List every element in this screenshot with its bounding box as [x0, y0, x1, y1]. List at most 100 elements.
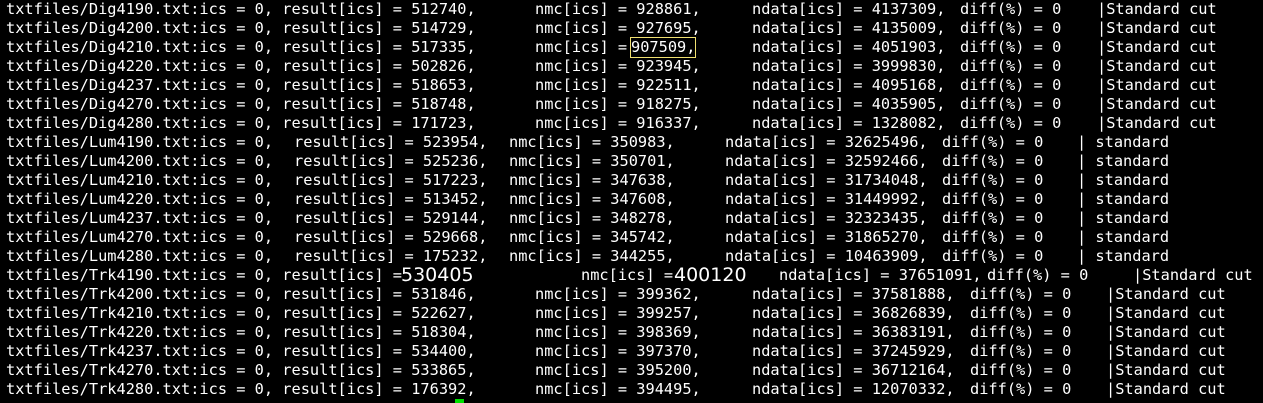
ndata-text: ndata[ics] = 1328082, [752, 114, 946, 132]
diff-text: diff(%) = 0 [960, 19, 1062, 37]
cut-tag: |Standard cut [1106, 323, 1226, 341]
ndata-text: ndata[ics] = 31734048, [725, 171, 928, 189]
terminal-cursor [455, 399, 464, 403]
selected-nmc-value[interactable]: 907509, [629, 37, 697, 58]
nmc-text: nmc[ics] = 928861, [535, 0, 701, 18]
ndata-text: ndata[ics] = 36383191, [752, 323, 955, 341]
output-line: txtfiles/Trk4190.txt:ics = 0, result[ics… [0, 264, 1263, 286]
output-line: txtfiles/Dig4280.txt:ics = 0, result[ics… [0, 114, 1263, 133]
result-text: result[ics] = 529144, [294, 209, 488, 227]
cut-tag: | standard [1077, 190, 1170, 208]
cut-tag: |Standard cut [1106, 361, 1226, 379]
output-line: txtfiles/Lum4220.txt:ics = 0, result[ics… [0, 190, 1263, 209]
diff-text: diff(%) = 0 [942, 247, 1044, 265]
cut-tag: |Standard cut [1097, 0, 1217, 18]
ndata-text: ndata[ics] = 32592466, [725, 152, 928, 170]
output-line: txtfiles/Trk4270.txt:ics = 0, result[ics… [0, 361, 1263, 380]
cut-tag: | standard [1077, 133, 1170, 151]
ndata-text: ndata[ics] = 31449992, [725, 190, 928, 208]
output-line: txtfiles/Dig4220.txt:ics = 0, result[ics… [0, 57, 1263, 76]
diff-text: diff(%) = 0 [942, 190, 1044, 208]
file-text: txtfiles/Lum4280.txt:ics = 0, [6, 247, 274, 265]
diff-text: diff(%) = 0 [970, 342, 1072, 360]
nmc-text: nmc[ics] = 399257, [535, 304, 701, 322]
output-line: txtfiles/Trk4280.txt:ics = 0, result[ics… [0, 380, 1263, 399]
output-line: txtfiles/Lum4280.txt:ics = 0, result[ics… [0, 247, 1263, 266]
cut-tag: |Standard cut [1106, 285, 1226, 303]
ndata-text: ndata[ics] = 10463909, [725, 247, 928, 265]
diff-text: diff(%) = 0 [970, 361, 1072, 379]
output-line: txtfiles/Trk4220.txt:ics = 0, result[ics… [0, 323, 1263, 342]
result-text: result[ics] = 525236, [294, 152, 488, 170]
nmc-text: nmc[ics] = 923945, [535, 57, 701, 75]
diff-text: diff(%) = 0 [987, 266, 1089, 284]
nmc-text: nmc[ics] = 922511, [535, 76, 701, 94]
nmc-text: nmc[ics] = 397370, [535, 342, 701, 360]
diff-text: diff(%) = 0 [960, 57, 1062, 75]
nmc-text: nmc[ics] = 348278, [509, 209, 675, 227]
output-line: txtfiles/Dig4270.txt:ics = 0, result[ics… [0, 95, 1263, 114]
nmc-text: nmc[ics] = 344255, [509, 247, 675, 265]
diff-text: diff(%) = 0 [960, 114, 1062, 132]
diff-text: diff(%) = 0 [960, 95, 1062, 113]
nmc-text: nmc[ics] = 395200, [535, 361, 701, 379]
ndata-text: ndata[ics] = 36712164, [752, 361, 955, 379]
file-text: txtfiles/Lum4220.txt:ics = 0, [6, 190, 274, 208]
cut-tag: |Standard cut [1106, 304, 1226, 322]
nmc-text: nmc[ics] = 347608, [509, 190, 675, 208]
diff-text: diff(%) = 0 [942, 133, 1044, 151]
file-text: txtfiles/Lum4190.txt:ics = 0, [6, 133, 274, 151]
nmc-text: nmc[ics] = 394495, [535, 380, 701, 398]
file-result-text: txtfiles/Trk4220.txt:ics = 0, result[ics… [6, 323, 476, 341]
cut-tag: |Standard cut [1097, 57, 1217, 75]
cut-tag: | standard [1077, 152, 1170, 170]
file-text: txtfiles/Lum4237.txt:ics = 0, [6, 209, 274, 227]
output-line: txtfiles/Dig4237.txt:ics = 0, result[ics… [0, 76, 1263, 95]
file-result-text: txtfiles/Trk4210.txt:ics = 0, result[ics… [6, 304, 476, 322]
diff-text: diff(%) = 0 [970, 323, 1072, 341]
ndata-text: ndata[ics] = 12070332, [752, 380, 955, 398]
nmc-text: nmc[ics] = 927695, [535, 19, 701, 37]
cut-tag: | standard [1077, 228, 1170, 246]
output-line: txtfiles/Lum4270.txt:ics = 0, result[ics… [0, 228, 1263, 247]
diff-text: diff(%) = 0 [970, 380, 1072, 398]
diff-text: diff(%) = 0 [970, 304, 1072, 322]
result-text: result[ics] = 517223, [294, 171, 488, 189]
diff-text: diff(%) = 0 [942, 228, 1044, 246]
cut-tag: |Standard cut [1106, 380, 1226, 398]
ndata-text: ndata[ics] = 4035905, [752, 95, 946, 113]
nmc-text: nmc[ics] = 918275, [535, 95, 701, 113]
ndata-text: ndata[ics] = 37245929, [752, 342, 955, 360]
file-result-text: txtfiles/Dig4280.txt:ics = 0, result[ics… [6, 114, 476, 132]
file-text: txtfiles/Lum4210.txt:ics = 0, [6, 171, 274, 189]
cut-tag: |Standard cut [1097, 38, 1217, 56]
result-value-enlarged: 530405 [401, 264, 474, 286]
file-result-text: txtfiles/Dig4220.txt:ics = 0, result[ics… [6, 57, 476, 75]
nmc-text: nmc[ics] = 350701, [509, 152, 675, 170]
result-text: result[ics] = 529668, [294, 228, 488, 246]
terminal-window[interactable]: txtfiles/Dig4190.txt:ics = 0, result[ics… [0, 0, 1263, 403]
file-result-text: txtfiles/Dig4237.txt:ics = 0, result[ics… [6, 76, 476, 94]
result-text: result[ics] = 523954, [294, 133, 488, 151]
file-result-text: txtfiles/Trk4200.txt:ics = 0, result[ics… [6, 285, 476, 303]
cut-tag: | standard [1077, 209, 1170, 227]
nmc-label: nmc[ics] = [535, 38, 628, 56]
file-result-text: txtfiles/Dig4190.txt:ics = 0, result[ics… [6, 0, 476, 18]
ndata-text: ndata[ics] = 37581888, [752, 285, 955, 303]
nmc-value-enlarged: 400120 [674, 264, 747, 286]
nmc-text: nmc[ics] = 916337, [535, 114, 701, 132]
diff-text: diff(%) = 0 [942, 209, 1044, 227]
cut-tag: |Standard cut [1097, 114, 1217, 132]
output-line: txtfiles/Trk4210.txt:ics = 0, result[ics… [0, 304, 1263, 323]
output-line: txtfiles/Lum4190.txt:ics = 0, result[ics… [0, 133, 1263, 152]
ndata-text: ndata[ics] = 36826839, [752, 304, 955, 322]
ndata-text: ndata[ics] = 32625496, [725, 133, 928, 151]
file-result-text: txtfiles/Trk4280.txt:ics = 0, result[ics… [6, 380, 476, 398]
output-line: txtfiles/Dig4210.txt:ics = 0, result[ics… [0, 37, 1263, 58]
file-result-text: txtfiles/Trk4237.txt:ics = 0, result[ics… [6, 342, 476, 360]
file-result-text: txtfiles/Dig4210.txt:ics = 0, result[ics… [6, 38, 476, 56]
nmc-text: nmc[ics] = 398369, [535, 323, 701, 341]
output-line: txtfiles/Trk4200.txt:ics = 0, result[ics… [0, 285, 1263, 304]
cut-tag: |Standard cut [1097, 76, 1217, 94]
nmc-text: nmc[ics] = 350983, [509, 133, 675, 151]
